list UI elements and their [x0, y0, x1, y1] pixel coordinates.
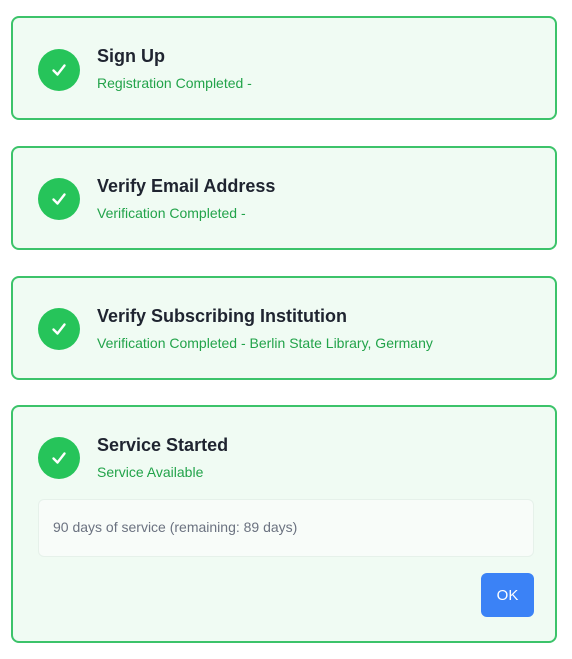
ok-button[interactable]: OK: [481, 573, 534, 617]
step-title: Sign Up: [97, 46, 165, 66]
step-status: Verification Completed - Berlin State Li…: [97, 335, 433, 351]
service-remaining-text: 90 days of service (remaining: 89 days): [53, 519, 298, 535]
step-card-service-started: Service Started Service Available 90 day…: [11, 405, 557, 643]
service-info-box: 90 days of service (remaining: 89 days): [38, 499, 534, 557]
step-card-verify-email: Verify Email Address Verification Comple…: [11, 146, 557, 250]
check-icon: [38, 308, 80, 350]
step-status: Service Available: [97, 464, 204, 480]
step-card-verify-institution: Verify Subscribing Institution Verificat…: [11, 276, 557, 380]
step-status: Verification Completed -: [97, 205, 246, 221]
check-icon: [38, 49, 80, 91]
step-card-sign-up: Sign Up Registration Completed -: [11, 16, 557, 120]
step-title: Verify Subscribing Institution: [97, 306, 348, 326]
step-status: Registration Completed -: [97, 75, 252, 91]
step-title: Service Started: [97, 435, 229, 455]
step-title: Verify Email Address: [97, 176, 276, 196]
check-icon: [38, 178, 80, 220]
check-icon: [38, 437, 80, 479]
